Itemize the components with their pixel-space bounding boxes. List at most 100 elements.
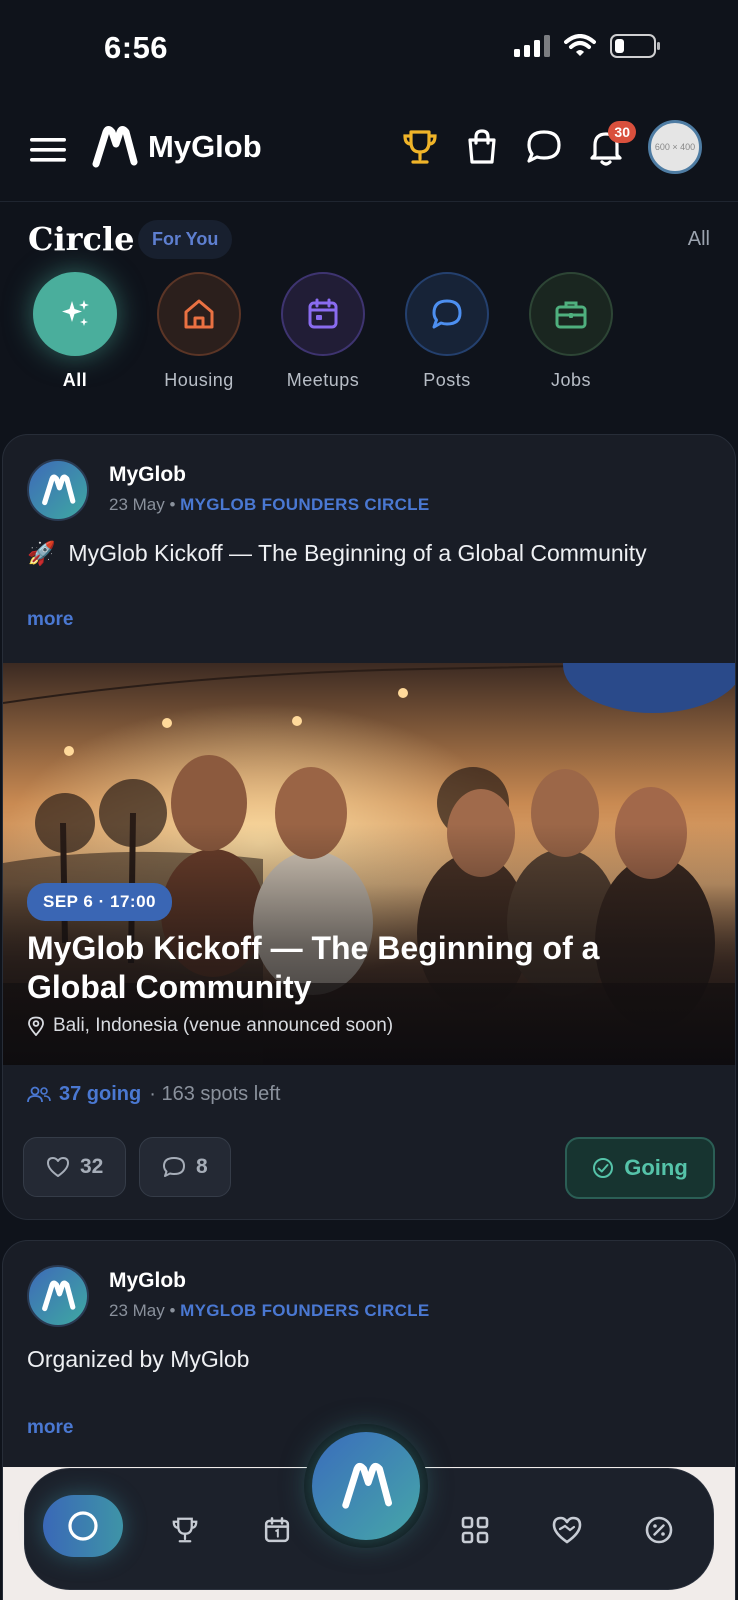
category-housing[interactable]: Housing [144, 272, 254, 391]
post-circle-link[interactable]: MYGLOB FOUNDERS CIRCLE [180, 495, 429, 514]
event-hero-image[interactable]: SEP 6 · 17:00 MyGlob Kickoff — The Begin… [3, 663, 735, 1065]
post-meta: 23 May • MYGLOB FOUNDERS CIRCLE [109, 1301, 430, 1321]
trophy-icon [172, 1517, 198, 1543]
briefcase-icon [555, 301, 587, 329]
post-author-avatar[interactable] [27, 1265, 89, 1327]
category-label: All [62, 370, 88, 390]
people-icon [27, 1086, 51, 1102]
category-meetups[interactable]: Meetups [268, 272, 378, 391]
battery-icon [610, 34, 660, 58]
nav-calendar[interactable] [247, 1500, 307, 1560]
notifications-button[interactable]: 30 [586, 121, 636, 167]
grid-icon [461, 1516, 489, 1544]
post-author-avatar[interactable] [27, 459, 89, 521]
category-label: Meetups [286, 370, 360, 390]
category-label: Posts [423, 370, 471, 390]
event-location: Bali, Indonesia (venue announced soon) [27, 1015, 393, 1037]
category-posts[interactable]: Posts [392, 272, 502, 391]
myglob-logo-icon [92, 126, 138, 168]
nav-community[interactable] [537, 1500, 597, 1560]
heart-icon [47, 1157, 69, 1177]
nav-deals[interactable] [629, 1500, 689, 1560]
post-circle-link[interactable]: MYGLOB FOUNDERS CIRCLE [180, 1301, 429, 1320]
myglob-logo-icon [42, 474, 76, 506]
status-time: 6:56 [104, 30, 169, 65]
category-jobs[interactable]: Jobs [516, 272, 626, 391]
category-label: Housing [164, 370, 234, 390]
myglob-logo-icon [42, 1280, 76, 1312]
post-author-name[interactable]: MyGlob [109, 1269, 186, 1293]
category-jobs-circle [529, 272, 613, 356]
check-circle-icon [593, 1158, 614, 1178]
post-body: Organized by MyGlob [27, 1346, 250, 1372]
event-date-chip: SEP 6 · 17:00 [27, 883, 172, 921]
trophy-icon [403, 130, 437, 164]
calendar-icon [308, 298, 338, 329]
chat-bubble-icon [432, 299, 462, 329]
post-body: MyGlob Kickoff — The Beginning of a Glob… [68, 540, 647, 566]
category-label: Jobs [550, 370, 592, 390]
post-meta: 23 May • MYGLOB FOUNDERS CIRCLE [109, 495, 430, 515]
menu-button[interactable] [28, 130, 68, 170]
category-posts-circle [405, 272, 489, 356]
for-you-filter[interactable]: For You [138, 220, 233, 259]
circle-icon [68, 1511, 98, 1541]
wifi-icon [564, 34, 596, 56]
like-button[interactable]: 32 [23, 1137, 127, 1197]
calendar-icon [264, 1517, 290, 1543]
event-title[interactable]: MyGlob Kickoff — The Beginning of a Glob… [27, 929, 707, 1007]
category-row: All Housing Meetups Posts Jobs [0, 272, 738, 396]
comment-count: 8 [196, 1155, 208, 1178]
circle-title: Circle [28, 220, 135, 258]
nav-circle[interactable] [43, 1495, 123, 1557]
category-all-circle [33, 272, 117, 356]
comment-icon [163, 1157, 185, 1177]
post-author-name[interactable]: MyGlob [109, 463, 186, 487]
shopping-bag-icon [468, 129, 496, 164]
spots-left: · 163 spots left [149, 1083, 281, 1105]
home-fab[interactable] [304, 1424, 428, 1548]
post-date: 23 May [109, 495, 165, 514]
cellular-signal-icon [514, 35, 550, 57]
brand[interactable]: MyGlob [90, 124, 262, 170]
meta-separator: • [169, 1301, 176, 1320]
hamburger-menu-icon [30, 138, 66, 162]
percent-badge-icon [645, 1516, 673, 1544]
event-location-text: Bali, Indonesia (venue announced soon) [53, 1015, 394, 1036]
post-card[interactable]: MyGlob 23 May • MYGLOB FOUNDERS CIRCLE 🚀… [2, 434, 736, 1220]
post-date: 23 May [109, 1301, 165, 1320]
more-link[interactable]: more [27, 609, 73, 631]
going-count[interactable]: 37 going [59, 1083, 141, 1106]
messages-button[interactable] [524, 127, 564, 167]
meta-separator: • [169, 495, 176, 514]
myglob-logo-icon [342, 1462, 392, 1509]
home-icon [184, 299, 214, 329]
app-bar: MyGlob 30 600 × 400 [0, 110, 738, 202]
circle-header: Circle For You All [28, 218, 710, 262]
post-text: 🚀 MyGlob Kickoff — The Beginning of a Gl… [27, 535, 687, 571]
shop-button[interactable] [462, 127, 502, 167]
rsvp-going-button[interactable]: Going [565, 1137, 715, 1199]
nav-apps[interactable] [445, 1500, 505, 1560]
leaderboard-button[interactable] [400, 127, 440, 167]
brand-name: MyGlob [148, 129, 262, 164]
nav-leaderboard[interactable] [155, 1500, 215, 1560]
sparkles-icon [62, 300, 89, 326]
home-fab-inner [312, 1432, 420, 1540]
chat-bubble-icon [527, 130, 561, 163]
event-stats: 37 going · 163 spots left [27, 1083, 280, 1106]
more-link[interactable]: more [27, 1417, 73, 1439]
notification-badge: 30 [608, 121, 636, 143]
like-count: 32 [80, 1155, 104, 1178]
status-bar: 6:56 [0, 0, 738, 100]
app-bar-actions: 30 600 × 400 [400, 120, 702, 174]
status-icons [514, 34, 662, 58]
category-housing-circle [157, 272, 241, 356]
see-all-link[interactable]: All [688, 228, 710, 251]
category-meetups-circle [281, 272, 365, 356]
rocket-emoji: 🚀 [27, 540, 56, 566]
user-avatar[interactable]: 600 × 400 [648, 120, 702, 174]
comment-button[interactable]: 8 [139, 1137, 231, 1197]
category-all[interactable]: All [20, 272, 130, 391]
rsvp-label: Going [624, 1155, 688, 1180]
